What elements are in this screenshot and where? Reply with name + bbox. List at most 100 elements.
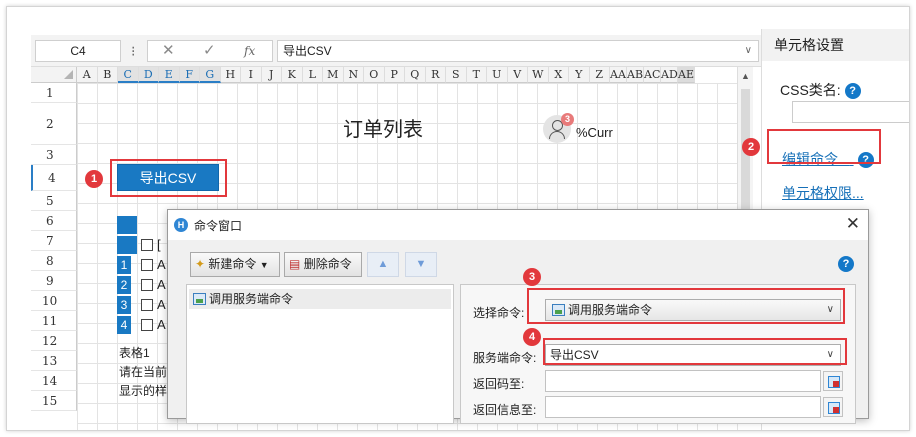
title-cell[interactable]: 订单列表 (343, 113, 423, 142)
column-header[interactable]: AA (610, 67, 627, 83)
dropdown-arrow-icon[interactable]: ▼ (260, 260, 269, 270)
row-header[interactable]: 8 (31, 251, 77, 271)
column-header[interactable]: Z (589, 67, 610, 83)
help-icon[interactable]: ? (844, 83, 861, 100)
panel-title: 单元格设置 (762, 29, 909, 61)
column-header[interactable]: G (200, 67, 221, 83)
column-header[interactable]: T (466, 67, 487, 83)
row-header[interactable]: 11 (31, 311, 77, 331)
return-code-label: 返回码至: (473, 377, 525, 391)
css-class-input[interactable] (792, 101, 909, 123)
function-icon[interactable]: fx (244, 41, 255, 61)
column-header[interactable]: V (507, 67, 528, 83)
column-header[interactable]: A (77, 67, 98, 83)
row-header[interactable]: 6 (31, 211, 77, 231)
row-header[interactable]: 10 (31, 291, 77, 311)
row-text: A (157, 277, 166, 292)
step-badge-3: 3 (523, 268, 541, 286)
cell-reference-box[interactable]: C4 (35, 40, 121, 62)
note-cell-line1[interactable]: 请在当前 (119, 363, 167, 380)
column-header[interactable]: S (446, 67, 467, 83)
row-header[interactable]: 12 (31, 331, 77, 351)
table-row[interactable]: 3 A (117, 295, 169, 315)
row-checkbox[interactable] (141, 279, 153, 291)
cancel-icon[interactable]: ✕ (162, 41, 175, 61)
confirm-icon[interactable]: ✓ (203, 41, 216, 61)
column-header[interactable]: Y (569, 67, 590, 83)
row-header[interactable]: 9 (31, 271, 77, 291)
column-header[interactable]: J (261, 67, 282, 83)
cell-picker-icon[interactable] (823, 397, 843, 417)
current-user-cell[interactable]: %Curr (576, 125, 613, 140)
table-row[interactable]: 2 A (117, 275, 169, 295)
column-header[interactable]: X (548, 67, 569, 83)
row-header[interactable]: 5 (31, 191, 77, 211)
dialog-titlebar[interactable]: H 命令窗口 ✕ (168, 210, 868, 240)
command-list-item[interactable]: 调用服务端命令 (189, 289, 451, 309)
expand-formula-icon[interactable]: ∨ (745, 41, 752, 61)
row-header[interactable]: 7 (31, 231, 77, 251)
row-header[interactable]: 14 (31, 371, 77, 391)
column-header[interactable]: I (241, 67, 262, 83)
column-header[interactable]: Q (405, 67, 426, 83)
formula-input[interactable]: 导出CSV ∨ (277, 40, 759, 62)
column-header[interactable]: AC (644, 67, 661, 83)
row-header[interactable]: 4 (31, 165, 77, 191)
column-header[interactable]: D (138, 67, 159, 83)
row-checkbox[interactable] (141, 299, 153, 311)
css-class-label: CSS类名: (780, 82, 841, 98)
css-class-row: CSS类名: ? (780, 80, 861, 100)
new-command-button[interactable]: ✦ 新建命令 ▼ (190, 252, 280, 277)
row-header[interactable]: 2 (31, 103, 77, 145)
row-checkbox[interactable] (141, 319, 153, 331)
column-header[interactable]: AB (627, 67, 644, 83)
column-header[interactable]: B (97, 67, 118, 83)
move-down-button[interactable]: ▼ (405, 252, 437, 277)
cell-picker-icon[interactable] (823, 371, 843, 391)
column-header[interactable]: AD (661, 67, 678, 83)
row-number: 3 (117, 296, 131, 314)
column-header[interactable]: AE (678, 67, 695, 83)
return-info-input[interactable] (545, 396, 821, 418)
table-row[interactable]: [ (117, 235, 169, 255)
move-up-button[interactable]: ▲ (367, 252, 399, 277)
app-logo-icon: H (174, 218, 188, 232)
column-header[interactable]: F (179, 67, 200, 83)
note-cell-line2[interactable]: 显示的样 (119, 382, 167, 399)
more-options-icon[interactable]: ⁝ (131, 41, 135, 61)
select-all-corner[interactable] (31, 67, 77, 83)
column-header[interactable]: H (220, 67, 241, 83)
scroll-up-icon[interactable]: ▲ (741, 71, 750, 81)
table-name-cell[interactable]: 表格1 (119, 344, 150, 361)
return-info-label: 返回信息至: (473, 403, 537, 417)
step-badge-4: 4 (523, 328, 541, 346)
column-header[interactable]: L (302, 67, 323, 83)
column-header[interactable]: W (528, 67, 549, 83)
column-header[interactable]: E (159, 67, 180, 83)
table-row[interactable]: 4 A (117, 315, 169, 335)
row-header[interactable]: 3 (31, 145, 77, 165)
table-header-text: [ (157, 237, 161, 252)
column-header[interactable]: N (343, 67, 364, 83)
column-header[interactable]: P (384, 67, 405, 83)
dialog-help-icon[interactable]: ? (838, 256, 854, 272)
cell-permission-link[interactable]: 单元格权限... (782, 183, 864, 203)
select-command-label: 选择命令: (473, 306, 525, 320)
return-code-input[interactable] (545, 370, 821, 392)
row-header[interactable]: 1 (31, 83, 77, 103)
column-header[interactable]: K (282, 67, 303, 83)
new-command-label: 新建命令 (208, 257, 257, 271)
column-header[interactable]: M (323, 67, 344, 83)
column-header[interactable]: O (364, 67, 385, 83)
select-all-checkbox[interactable] (141, 239, 153, 251)
table-row[interactable]: 1 A (117, 255, 169, 275)
row-checkbox[interactable] (141, 259, 153, 271)
delete-command-button[interactable]: ▤ 删除命令 (284, 252, 362, 277)
column-header[interactable]: C (118, 67, 139, 83)
column-header[interactable]: R (425, 67, 446, 83)
row-header[interactable]: 13 (31, 351, 77, 371)
close-icon[interactable]: ✕ (846, 214, 860, 234)
column-header[interactable]: U (487, 67, 508, 83)
row-header[interactable]: 15 (31, 391, 77, 411)
command-list-item-label: 调用服务端命令 (209, 292, 294, 306)
